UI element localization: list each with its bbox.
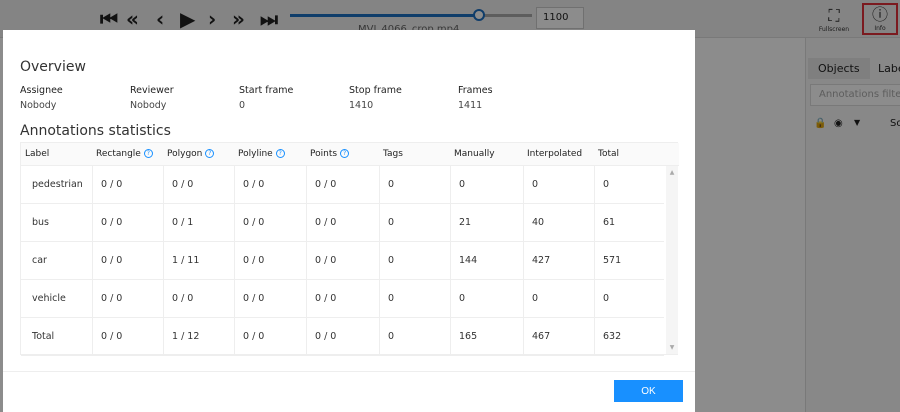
help-icon[interactable]: ? [275, 149, 285, 158]
field-label: Frames [458, 85, 493, 96]
field-value: Nobody [130, 100, 167, 111]
column-header-text: Points [310, 149, 338, 159]
table-row: Total 0 / 0 1 / 12 0 / 0 0 / 0 0 165 467 632 [21, 318, 664, 356]
table-cell: 0 / 0 [172, 293, 194, 304]
table-cell: pedestrian [32, 179, 83, 190]
column-header-text: Polyline [238, 149, 273, 159]
help-icon[interactable]: ? [143, 149, 153, 158]
table-header: Label Rectangle? Polygon? Polyline? Points? T… [21, 143, 679, 166]
table-cell: 40 [532, 217, 545, 228]
table-cell: vehicle [32, 293, 66, 304]
table-cell: 0 [532, 179, 539, 190]
table-cell: 0 / 0 [101, 293, 123, 304]
table-cell: car [32, 255, 47, 266]
column-header: Polyline? [238, 149, 285, 159]
column-header: Total [598, 149, 619, 159]
table-cell: 0 / 0 [101, 331, 123, 342]
table-cell: Total [32, 331, 55, 342]
table-cell: 0 [459, 179, 466, 190]
column-header-text: Tags [383, 149, 403, 159]
column-header: Label [25, 149, 49, 159]
field-label: Reviewer [130, 85, 174, 96]
table-cell: 571 [603, 255, 622, 266]
column-header: Polygon? [167, 149, 215, 159]
help-icon[interactable]: ? [205, 149, 215, 158]
help-icon[interactable]: ? [340, 149, 350, 158]
table-cell: 0 [388, 331, 395, 342]
table-cell: 632 [603, 331, 622, 342]
column-header-text: Interpolated [527, 149, 583, 159]
table-row: vehicle 0 / 0 0 / 0 0 / 0 0 / 0 0 0 0 0 [21, 280, 664, 318]
table-scrollbar[interactable]: ▲ ▼ [666, 166, 678, 354]
table-cell: 467 [532, 331, 551, 342]
statistics-table: Label Rectangle? Polygon? Polyline? Points? T… [20, 142, 679, 356]
table-cell: 0 / 1 [172, 217, 194, 228]
table-cell: 427 [532, 255, 551, 266]
table-cell: 0 [603, 293, 610, 304]
column-header-text: Polygon [167, 149, 203, 159]
table-cell: 0 [388, 293, 395, 304]
field-value: Nobody [20, 100, 57, 111]
table-cell: 0 / 0 [243, 179, 265, 190]
column-header: Rectangle? [96, 149, 153, 159]
field-value: 1411 [458, 100, 483, 111]
column-header-text: Rectangle [96, 149, 141, 159]
column-header: Interpolated [527, 149, 582, 159]
table-cell: 0 / 0 [101, 255, 123, 266]
table-cell: 0 / 0 [315, 217, 337, 228]
field-value: 0 [239, 100, 246, 111]
column-header-text: Total [598, 149, 620, 159]
overview-title: Overview [20, 59, 86, 75]
table-cell: 0 / 0 [315, 255, 337, 266]
job-info-modal: Overview Assignee Nobody Reviewer Nobody Sta… [3, 30, 695, 412]
table-cell: 1 / 11 [172, 255, 200, 266]
table-cell: 0 / 0 [172, 179, 194, 190]
field-label: Start frame [239, 85, 294, 96]
field-label: Stop frame [349, 85, 402, 96]
modal-footer-divider [3, 371, 695, 372]
table-cell: 21 [459, 217, 472, 228]
table-cell: 0 / 0 [243, 255, 265, 266]
table-cell: 0 / 0 [315, 293, 337, 304]
table-cell: 0 / 0 [243, 331, 265, 342]
column-header-text: Label [25, 149, 50, 159]
table-cell: 0 / 0 [315, 179, 337, 190]
column-header: Tags [383, 149, 403, 159]
column-header: Points? [310, 149, 350, 159]
table-cell: 0 [388, 217, 395, 228]
column-header: Manually [454, 149, 495, 159]
table-cell: 1 / 12 [172, 331, 200, 342]
table-cell: 0 [388, 255, 395, 266]
table-cell: 0 / 0 [101, 217, 123, 228]
table-cell: 0 [603, 179, 610, 190]
table-cell: 0 / 0 [243, 293, 265, 304]
field-value: 1410 [349, 100, 374, 111]
table-cell: 0 [388, 179, 395, 190]
ok-button[interactable]: OK [614, 380, 683, 402]
table-cell: 144 [459, 255, 478, 266]
table-cell: 0 [459, 293, 466, 304]
table-cell: 0 / 0 [315, 331, 337, 342]
table-cell: 61 [603, 217, 616, 228]
table-cell: 0 / 0 [101, 179, 123, 190]
table-cell: 0 [532, 293, 539, 304]
table-row: car 0 / 0 1 / 11 0 / 0 0 / 0 0 144 427 571 [21, 242, 664, 280]
column-header-text: Manually [454, 149, 495, 159]
table-row: bus 0 / 0 0 / 1 0 / 0 0 / 0 0 21 40 61 [21, 204, 664, 242]
table-cell: bus [32, 217, 50, 228]
table-cell: 0 / 0 [243, 217, 265, 228]
field-label: Assignee [20, 85, 63, 96]
table-cell: 165 [459, 331, 478, 342]
table-row: pedestrian 0 / 0 0 / 0 0 / 0 0 / 0 0 0 0 0 [21, 166, 664, 204]
stats-title: Annotations statistics [20, 123, 171, 139]
annotation-app: ⏮ « ‹ ▶ › » ⏭ 1100 MVI_4066_crop.mp4 ⛶Fu… [0, 0, 900, 412]
